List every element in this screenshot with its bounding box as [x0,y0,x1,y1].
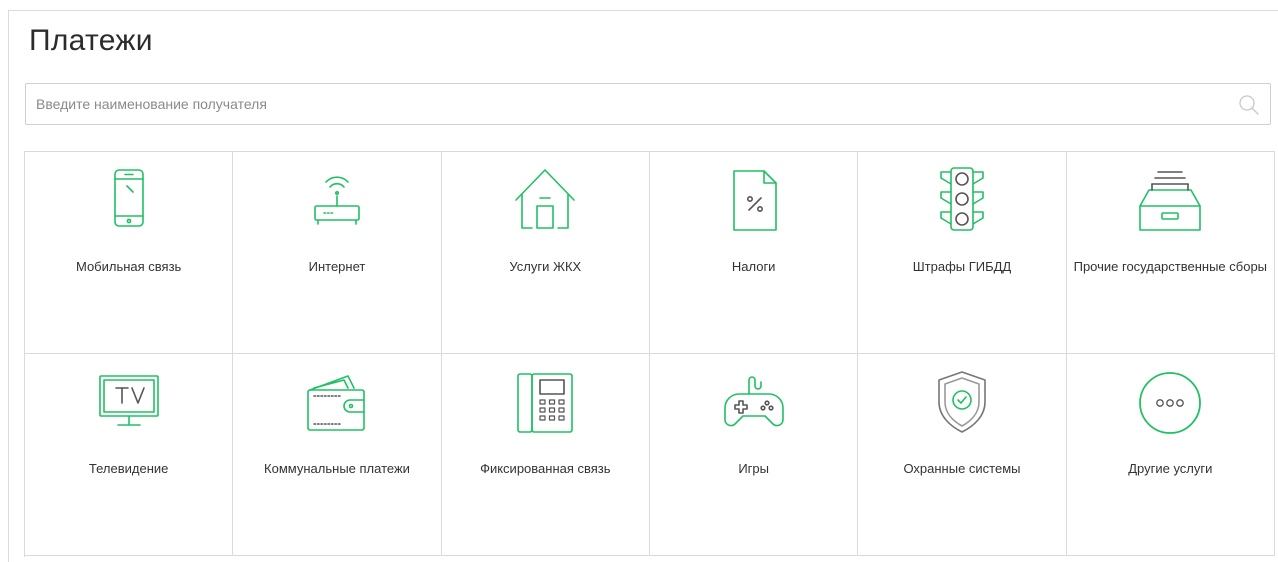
tile-label: Интернет [308,259,366,274]
search-icon[interactable] [1238,94,1260,116]
landline-phone-icon [510,368,580,438]
tile-label: Услуги ЖКХ [509,259,582,274]
tv-icon [94,368,164,438]
tile-internet[interactable]: Интернет [233,152,442,354]
wallet-icon [302,368,372,438]
page-title: Платежи [29,24,153,57]
tile-label: Телевидение [88,461,169,476]
more-dots-icon [1135,368,1205,438]
tile-label: Фиксированная связь [480,461,611,476]
tile-label: Налоги [731,259,776,274]
house-icon [510,166,580,236]
panel-border-top [8,10,1278,11]
traffic-light-icon [927,166,997,236]
tile-housing[interactable]: Услуги ЖКХ [441,152,650,354]
tile-label: Мобильная связь [75,259,182,274]
router-icon [302,166,372,236]
tile-label: Прочие государственные сборы [1073,259,1268,274]
gamepad-icon [719,368,789,438]
tile-state-fees[interactable]: Прочие государственные сборы [1066,152,1275,354]
tile-mobile[interactable]: Мобильная связь [25,152,234,354]
payment-categories-grid: Мобильная связь Интернет Услуги ЖКХ Нало… [24,151,1275,557]
search-input[interactable] [26,84,1226,124]
tile-other-services[interactable]: Другие услуги [1066,354,1275,556]
tax-document-icon [719,166,789,236]
tile-taxes[interactable]: Налоги [649,152,859,354]
tile-label: Игры [738,461,769,476]
tile-label: Штрафы ГИБДД [912,259,1012,274]
tile-label: Охранные системы [903,461,1021,476]
tile-tv[interactable]: Телевидение [25,354,234,556]
tile-landline[interactable]: Фиксированная связь [441,354,650,556]
tile-label: Коммунальные платежи [264,461,410,476]
panel-border-left [8,10,9,562]
archive-tray-icon [1135,166,1205,236]
tile-label: Другие услуги [1128,461,1213,476]
tile-games[interactable]: Игры [649,354,859,556]
mobile-phone-icon [94,166,164,236]
tile-traffic-fines[interactable]: Штрафы ГИБДД [858,152,1067,354]
security-shield-icon [927,368,997,438]
tile-utilities[interactable]: Коммунальные платежи [233,354,442,556]
tile-security-systems[interactable]: Охранные системы [858,354,1067,556]
search-box[interactable] [25,83,1271,125]
